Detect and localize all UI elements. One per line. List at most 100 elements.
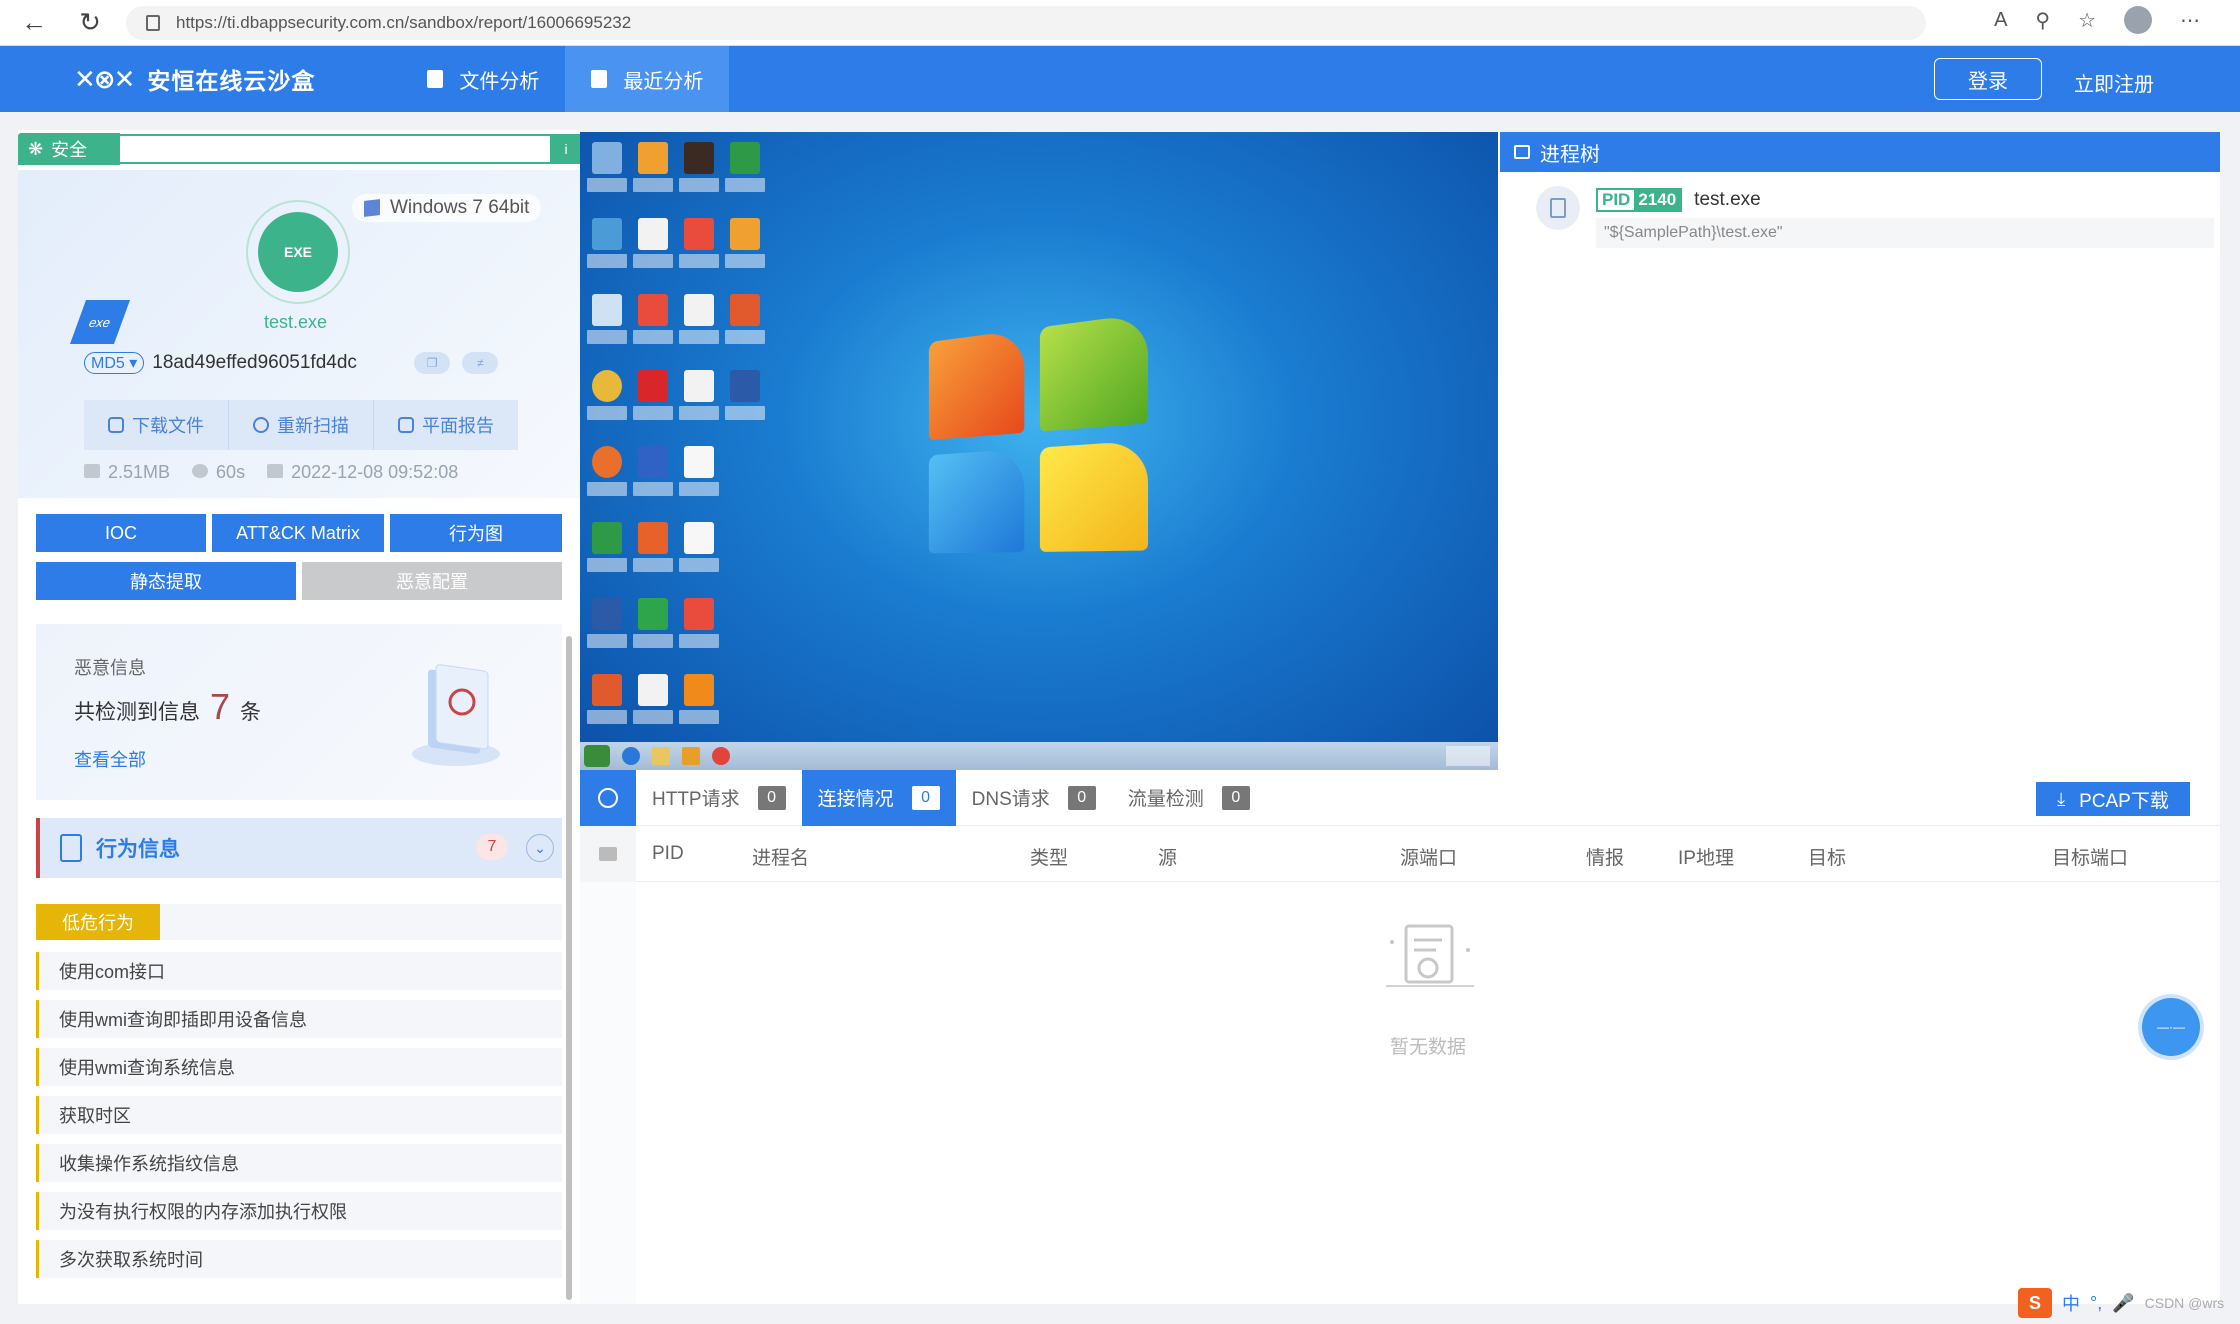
document-icon	[591, 70, 607, 88]
pid-label: PID	[1598, 190, 1634, 210]
date-value: 2022-12-08 09:52:08	[291, 462, 458, 482]
behavior-item[interactable]: 获取时区	[36, 1096, 562, 1134]
info-icon[interactable]: i	[552, 134, 580, 164]
rescan-button[interactable]: 重新扫描	[229, 400, 374, 450]
file-size-value: 2.51MB	[108, 462, 170, 482]
process-node[interactable]	[1536, 186, 1580, 230]
report-tabs: IOC ATT&CK Matrix 行为图 静态提取 恶意配置	[36, 514, 562, 610]
column-header[interactable]: 情报	[1586, 843, 1624, 870]
explorer-icon	[652, 747, 670, 765]
verdict-line	[120, 134, 552, 164]
windows-icon	[364, 199, 380, 217]
malicious-info-card: 恶意信息 共检测到信息 7 条 查看全部	[36, 624, 562, 800]
cloud-download-icon	[108, 417, 124, 433]
address-bar[interactable]: https://ti.dbappsecurity.com.cn/sandbox/…	[126, 6, 1926, 40]
tab-static-extract[interactable]: 静态提取	[36, 562, 296, 600]
behavior-item[interactable]: 使用wmi查询系统信息	[36, 1048, 562, 1086]
malicious-info-title: 恶意信息	[74, 654, 146, 680]
column-header[interactable]: IP地理	[1678, 843, 1734, 870]
column-header[interactable]: 进程名	[752, 843, 809, 870]
column-header[interactable]: 类型	[1030, 843, 1068, 870]
tab-attck-matrix[interactable]: ATT&CK Matrix	[212, 514, 384, 552]
tab-count: 0	[1222, 786, 1250, 810]
biohazard-shield-icon	[406, 650, 506, 770]
behavior-item[interactable]: 使用com接口	[36, 952, 562, 990]
nav-item-label: 最近分析	[623, 65, 703, 94]
refresh-icon[interactable]: ↻	[68, 1, 112, 45]
ime-mode[interactable]: 中	[2062, 1290, 2080, 1316]
word-doc-icon	[676, 290, 722, 366]
file-summary-panel: ❋ 安全 i EXE test.exe Windows 7 64bit exe …	[18, 130, 580, 1304]
pid-badge: PID 2140	[1596, 188, 1682, 212]
column-header[interactable]: 目标端口	[2052, 843, 2128, 870]
pcap-download-button[interactable]: ⤓ PCAP下载	[2036, 782, 2190, 816]
behavior-item[interactable]: 使用wmi查询即插即用设备信息	[36, 1000, 562, 1038]
behavior-item[interactable]: 为没有执行权限的内存添加执行权限	[36, 1192, 562, 1230]
taskbar-clock	[1446, 746, 1490, 766]
punctuation-icon[interactable]: °,	[2090, 1293, 2102, 1314]
login-button[interactable]: 登录	[1934, 58, 2042, 100]
download-icon: ⤓	[2057, 789, 2065, 810]
process-name: test.exe	[1694, 189, 1761, 211]
read-aloud-icon[interactable]: A	[1994, 9, 2007, 32]
flat-report-button[interactable]: 平面报告	[374, 400, 518, 450]
copy-icon[interactable]: ❐	[414, 352, 450, 374]
sogou-ime-icon[interactable]: S	[2018, 1288, 2052, 1318]
tab-dns-requests[interactable]: DNS请求 0	[956, 770, 1112, 826]
connections-table-header: PID 进程名 类型 源 源端口 情报 IP地理 目标 目标端口	[580, 826, 2220, 882]
download-file-button[interactable]: 下载文件	[84, 400, 229, 450]
powerpoint-icon	[722, 290, 768, 366]
tab-http-requests[interactable]: HTTP请求 0	[636, 770, 802, 826]
column-header[interactable]: 源端口	[1400, 843, 1457, 870]
column-header[interactable]: PID	[652, 843, 684, 865]
word-doc-icon	[676, 366, 722, 442]
lookup-icon[interactable]: ≠	[462, 352, 498, 374]
column-header[interactable]: 目标	[1808, 843, 1846, 870]
url-text: https://ti.dbappsecurity.com.cn/sandbox/…	[176, 13, 631, 33]
behavior-item[interactable]: 多次获取系统时间	[36, 1240, 562, 1278]
tab-traffic-detection[interactable]: 流量检测 0	[1112, 770, 1266, 826]
wps-writer-icon	[630, 442, 676, 518]
tab-connections[interactable]: 连接情况 0	[802, 770, 956, 826]
nav-file-analysis[interactable]: 文件分析	[401, 46, 565, 112]
favorite-star-icon[interactable]: ☆	[2078, 8, 2096, 33]
column-header[interactable]: 源	[1158, 843, 1177, 870]
empty-state-text: 暂无数据	[1390, 1032, 1466, 1059]
empty-data-icon	[1380, 914, 1480, 994]
network-panel: HTTP请求 0 连接情况 0 DNS请求 0 流量检测 0 ⤓ PCAP下载 …	[580, 770, 2220, 1304]
behavior-section-header[interactable]: 行为信息 7 ⌄	[36, 818, 562, 878]
register-link[interactable]: 立即注册	[2074, 68, 2154, 97]
logo-text: 安恒在线云沙盒	[147, 62, 315, 96]
floating-assistant-icon[interactable]: —·—	[2142, 998, 2200, 1056]
microphone-icon[interactable]: 🎤	[2112, 1293, 2134, 1314]
word-doc-icon	[630, 214, 676, 290]
tab-ioc[interactable]: IOC	[36, 514, 206, 552]
folder-icon	[84, 464, 100, 478]
chevron-down-icon[interactable]: ⌄	[526, 834, 554, 862]
timer-icon	[192, 464, 208, 478]
profile-avatar-icon[interactable]	[2124, 6, 2152, 34]
hash-type-label: MD5	[91, 355, 125, 372]
network-icon	[584, 214, 630, 290]
tree-icon	[1514, 145, 1530, 159]
sandbox-screenshot[interactable]	[580, 132, 1498, 770]
blank-file-icon	[676, 442, 722, 518]
system-tray: S 中 °, 🎤 CSDN @wrs	[2018, 1288, 2224, 1318]
powerpoint-icon	[584, 670, 630, 746]
verdict-label: 安全	[51, 136, 87, 162]
envelope-icon	[630, 670, 676, 746]
site-logo[interactable]: ✕⊗✕ 安恒在线云沙盒	[74, 62, 315, 96]
behavior-item[interactable]: 收集操作系统指纹信息	[36, 1144, 562, 1182]
back-arrow-icon[interactable]: ←	[12, 1, 56, 45]
more-menu-icon[interactable]: ⋯	[2180, 8, 2200, 33]
tab-behavior-graph[interactable]: 行为图	[390, 514, 562, 552]
file-type-ribbon: exe	[70, 300, 130, 344]
zoom-icon[interactable]: ⚲	[2035, 8, 2050, 33]
view-all-link[interactable]: 查看全部	[74, 746, 146, 772]
left-scrollbar[interactable]	[566, 636, 572, 1300]
nav-recent-analysis[interactable]: 最近分析	[565, 46, 729, 112]
hash-type-select[interactable]: MD5 ▾	[84, 352, 144, 374]
vlc-icon	[676, 670, 722, 746]
behavior-count-badge: 7	[476, 834, 508, 860]
tab-malicious-config[interactable]: 恶意配置	[302, 562, 562, 600]
